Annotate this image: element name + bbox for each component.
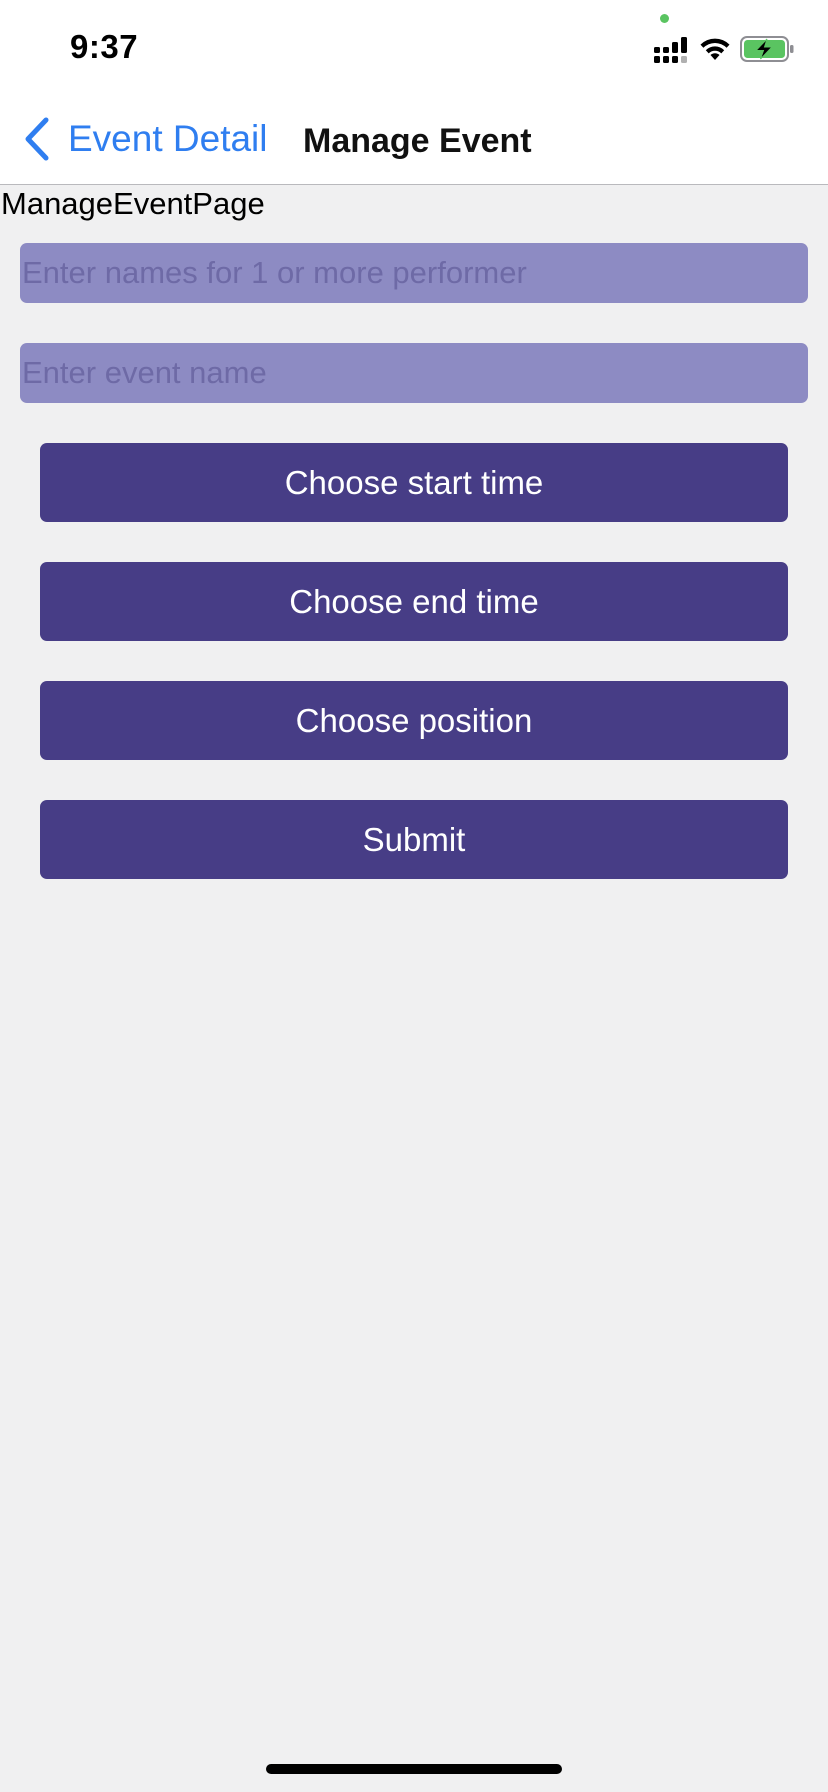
performers-input[interactable] xyxy=(20,243,808,303)
back-button-label: Event Detail xyxy=(68,118,268,159)
choose-start-time-button[interactable]: Choose start time xyxy=(40,443,788,522)
page-label: ManageEventPage xyxy=(1,186,265,221)
choose-position-button[interactable]: Choose position xyxy=(40,681,788,760)
chevron-left-icon xyxy=(25,117,49,161)
back-button[interactable]: Event Detail xyxy=(22,114,268,164)
home-indicator[interactable] xyxy=(266,1764,562,1774)
page-title: Manage Event xyxy=(303,122,532,160)
submit-button[interactable]: Submit xyxy=(40,800,788,879)
cellular-signal-icon xyxy=(654,37,687,63)
status-time: 9:37 xyxy=(70,28,139,65)
event-name-input[interactable] xyxy=(20,343,808,403)
mic-indicator-dot xyxy=(660,14,669,23)
battery-charging-icon xyxy=(740,36,794,62)
status-bar: 9:37 xyxy=(0,0,828,92)
choose-end-time-button[interactable]: Choose end time xyxy=(40,562,788,641)
navigation-bar: Event Detail Manage Event xyxy=(0,92,828,185)
wifi-icon xyxy=(700,38,730,60)
